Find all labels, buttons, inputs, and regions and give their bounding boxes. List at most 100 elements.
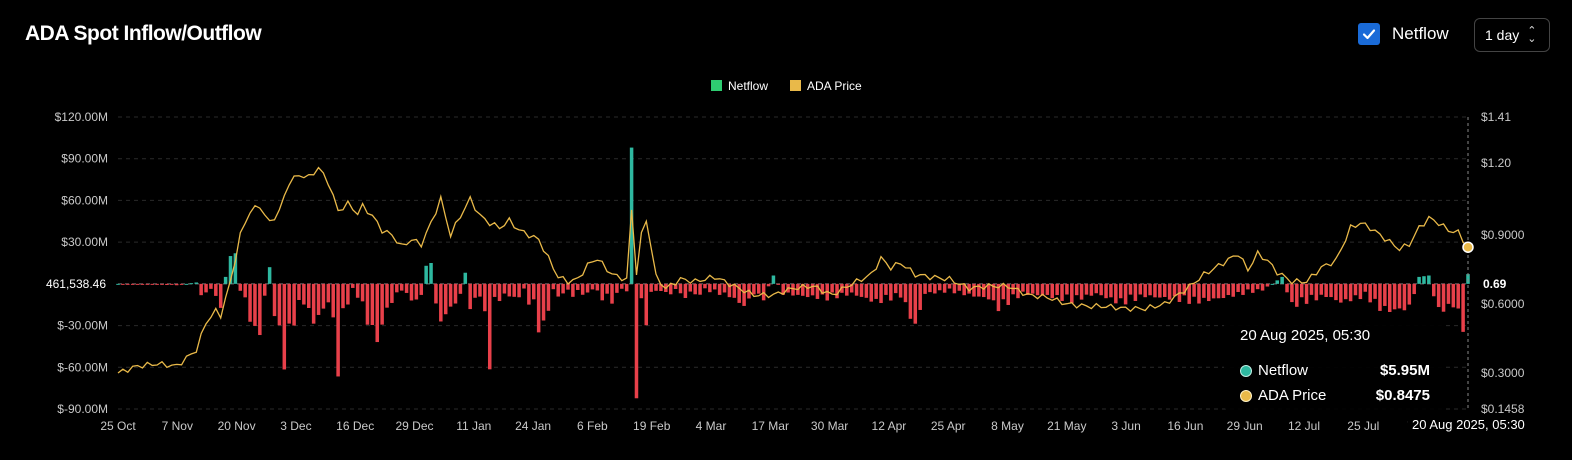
netflow-bar [424, 265, 428, 284]
netflow-bar [170, 283, 174, 285]
netflow-bar [497, 283, 502, 302]
netflow-bar [1304, 283, 1309, 304]
tooltip-netflow-row: Netflow $5.95M [1240, 362, 1430, 379]
netflow-bar [1231, 283, 1235, 297]
netflow-bar [458, 283, 463, 294]
netflow-bar [1275, 280, 1279, 284]
netflow-bar [184, 283, 189, 285]
netflow-bar [174, 283, 179, 286]
x-tick-label: 6 Feb [577, 419, 608, 433]
netflow-bar [1441, 283, 1446, 312]
tooltip-netflow-value: $5.95M [1379, 362, 1430, 379]
netflow-bar [551, 283, 556, 290]
netflow-bar [214, 283, 218, 296]
netflow-bar [341, 283, 345, 309]
x-tick-label: 24 Jan [515, 419, 551, 433]
netflow-bar [507, 283, 512, 297]
netflow-bar [1353, 283, 1358, 296]
netflow-bar [1368, 283, 1372, 303]
netflow-bar [615, 283, 619, 293]
netflow-bar [717, 283, 722, 295]
x-tick-label: 21 May [1047, 419, 1086, 433]
netflow-bar [1202, 283, 1206, 298]
x-tick-label: 25 Oct [100, 419, 136, 433]
netflow-bar [1412, 283, 1416, 295]
netflow-bar [1162, 283, 1167, 297]
netflow-bar [316, 283, 321, 315]
netflow-bar [1295, 283, 1299, 307]
netflow-bar [649, 283, 653, 292]
x-tick-label: 8 May [991, 419, 1024, 433]
netflow-bar [879, 283, 883, 304]
netflow-bar [517, 283, 521, 298]
netflow-bar [262, 283, 267, 296]
netflow-bar [1285, 283, 1289, 293]
netflow-bar [580, 283, 585, 295]
legend-price-swatch [790, 80, 801, 91]
x-tick-label: 25 Jul [1347, 419, 1379, 433]
x-tick-label: 3 Dec [280, 419, 311, 433]
netflow-bar [1158, 283, 1162, 298]
netflow-bar [277, 283, 282, 326]
netflow-bar [1138, 283, 1143, 295]
netflow-bar [913, 283, 918, 324]
netflow-bar [532, 283, 536, 300]
netflow-bar [889, 283, 893, 301]
netflow-bar [1197, 283, 1201, 304]
netflow-bar [1309, 283, 1314, 295]
netflow-bar [698, 283, 702, 295]
netflow-bar [791, 283, 795, 296]
x-tick-label: 29 Jun [1227, 419, 1263, 433]
netflow-bar [947, 283, 952, 289]
netflow-bar [859, 283, 864, 297]
netflow-bar [351, 283, 355, 288]
y-left-tick-label: $30.00M [61, 235, 108, 249]
netflow-bar [937, 283, 942, 291]
netflow-bar [204, 283, 208, 293]
netflow-bar [1348, 283, 1353, 302]
netflow-bar [683, 283, 688, 298]
y-right-tick-label: $0.3000 [1481, 366, 1525, 380]
netflow-bar [1299, 283, 1304, 298]
netflow-bar [116, 283, 120, 285]
netflow-bar [1216, 283, 1221, 299]
netflow-bar [409, 283, 414, 301]
y-right-tick-label: $0.1458 [1481, 402, 1525, 416]
netflow-bar [375, 283, 379, 343]
netflow-bar [590, 283, 595, 290]
netflow-bar [1314, 283, 1319, 301]
netflow-bar [1030, 283, 1035, 294]
netflow-bar [908, 283, 913, 319]
netflow-bar [585, 283, 590, 293]
netflow-bar [766, 283, 771, 287]
netflow-bar [1334, 283, 1338, 301]
netflow-bar [238, 283, 243, 291]
netflow-bar [1221, 283, 1226, 299]
tooltip-netflow-label: Netflow [1258, 362, 1309, 379]
netflow-bar [1383, 283, 1387, 306]
netflow-bar [1427, 275, 1431, 284]
netflow-bar [1211, 283, 1216, 299]
netflow-bar [160, 283, 164, 285]
netflow-bar [121, 283, 125, 285]
netflow-bar [527, 283, 531, 305]
x-tick-label: 20 Nov [218, 419, 256, 433]
netflow-bar [986, 283, 991, 300]
netflow-bar [1055, 283, 1059, 296]
x-tick-label: 25 Apr [931, 419, 966, 433]
netflow-bar [942, 283, 947, 293]
netflow-bar [487, 283, 492, 370]
netflow-bar [1270, 283, 1275, 285]
y-right-current-label: 0.69 [1483, 277, 1507, 291]
netflow-bar [810, 283, 815, 296]
x-tick-label: 11 Jan [456, 419, 491, 433]
netflow-bar [145, 283, 150, 285]
netflow-bar [478, 283, 482, 297]
hover-tooltip: 20 Aug 2025, 05:30 Netflow $5.95M ADA Pr… [1224, 315, 1444, 411]
netflow-bar [854, 283, 859, 296]
legend-price-label: ADA Price [807, 79, 862, 93]
y-right-tick-label: $0.9000 [1481, 228, 1525, 242]
netflow-bar [385, 283, 389, 308]
netflow-bar [443, 283, 448, 315]
netflow-bar [468, 283, 472, 310]
